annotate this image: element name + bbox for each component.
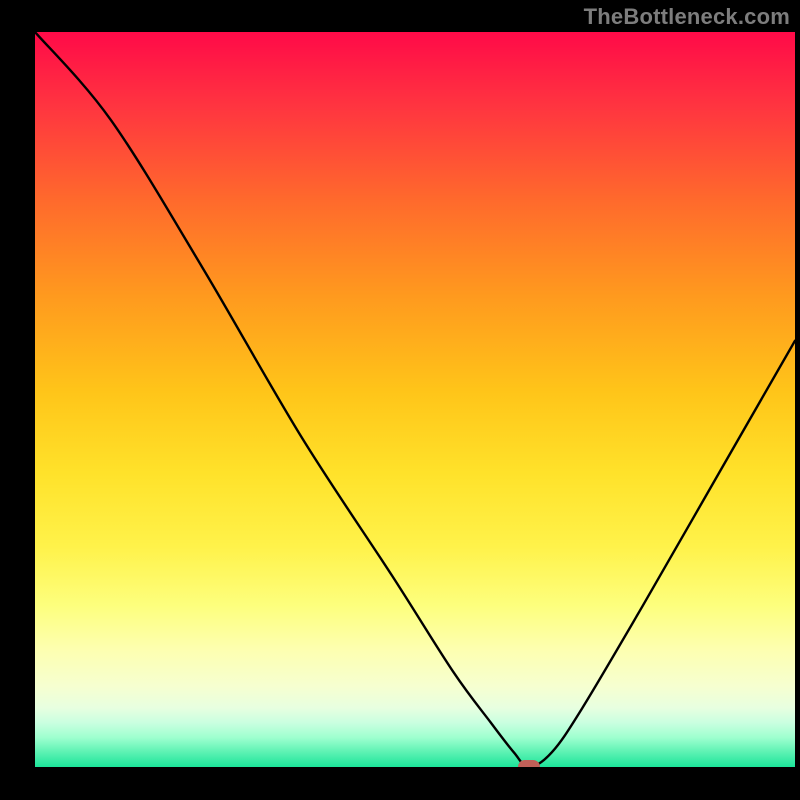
watermark-text: TheBottleneck.com [584,4,790,30]
plot-area [35,32,795,767]
minimum-marker [518,760,540,767]
chart-frame: TheBottleneck.com [0,0,800,800]
bottleneck-curve [35,32,795,767]
